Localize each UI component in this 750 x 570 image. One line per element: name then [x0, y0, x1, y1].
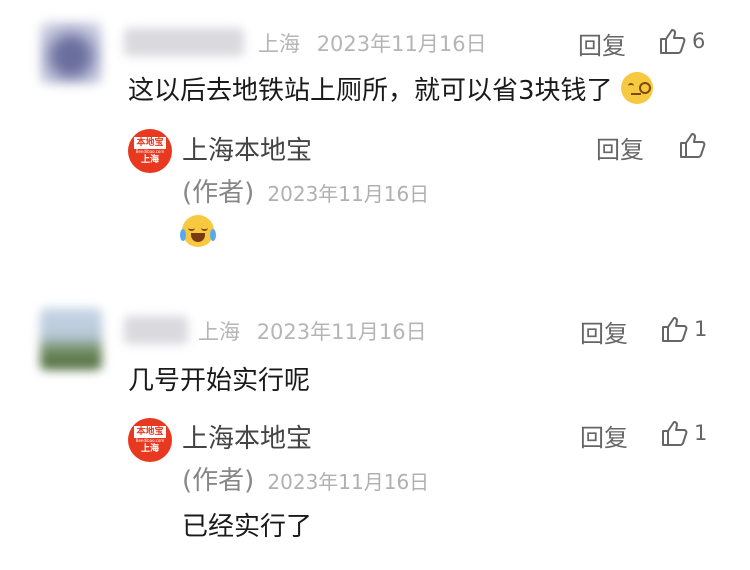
- bendibao-logo-icon[interactable]: 本地宝 Bendibao.com 上海: [128, 129, 172, 173]
- like-button[interactable]: 6: [658, 27, 705, 55]
- reply-text: 已经实行了: [182, 512, 313, 542]
- location: 上海: [258, 32, 300, 56]
- thumbs-up-icon: [660, 29, 686, 54]
- reply-text: [180, 215, 216, 251]
- bendibao-logo-icon[interactable]: 本地宝 Bendibao.com 上海: [128, 418, 172, 462]
- reply-meta: (作者) 2023年11月16日: [182, 460, 429, 497]
- avatar[interactable]: [40, 308, 102, 370]
- timestamp: 2023年11月16日: [267, 182, 430, 206]
- reply-author-name[interactable]: 上海本地宝: [182, 418, 312, 455]
- thumbs-up-icon: [680, 133, 706, 158]
- reply-button[interactable]: 回复: [596, 130, 644, 165]
- reply-author-name[interactable]: 上海本地宝: [182, 130, 312, 167]
- timestamp: 2023年11月16日: [267, 470, 430, 494]
- thinking-face-icon: [620, 72, 653, 104]
- like-button[interactable]: 1: [660, 315, 707, 343]
- username-blurred[interactable]: [124, 28, 244, 56]
- like-count: 6: [692, 29, 706, 53]
- comment-text: 几号开始实行呢: [128, 366, 311, 396]
- reply-button[interactable]: 回复: [580, 314, 628, 349]
- thumbs-up-icon: [662, 317, 688, 342]
- reply-meta: (作者) 2023年11月16日: [182, 172, 429, 209]
- like-button[interactable]: 1: [660, 419, 707, 447]
- comment-text: 这以后去地铁站上厕所，就可以省3块钱了: [128, 70, 653, 107]
- timestamp: 2023年11月16日: [256, 320, 427, 344]
- location: 上海: [198, 320, 240, 344]
- avatar[interactable]: [40, 22, 102, 84]
- like-button[interactable]: [678, 131, 712, 159]
- thumbs-up-icon: [662, 421, 688, 446]
- reply-button[interactable]: 回复: [578, 26, 626, 61]
- crying-face-icon: [180, 215, 216, 247]
- like-count: 1: [694, 421, 708, 445]
- comment-meta: 上海 2023年11月16日: [198, 316, 427, 346]
- timestamp: 2023年11月16日: [316, 32, 487, 56]
- reply-button[interactable]: 回复: [580, 418, 628, 453]
- author-tag: (作者): [182, 178, 255, 208]
- author-tag: (作者): [182, 466, 255, 496]
- like-count: 1: [694, 317, 708, 341]
- comment-meta: 上海 2023年11月16日: [258, 28, 487, 58]
- username-blurred[interactable]: [124, 316, 188, 344]
